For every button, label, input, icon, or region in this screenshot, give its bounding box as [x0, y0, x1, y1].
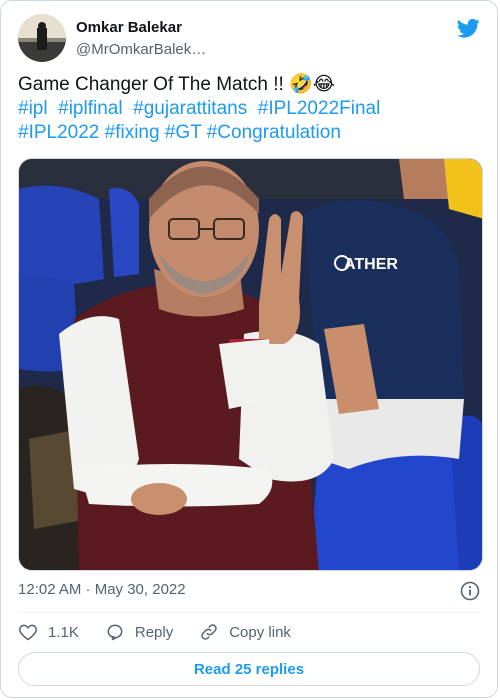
- twitter-bird-icon[interactable]: [456, 16, 480, 40]
- reply-button[interactable]: Reply: [105, 622, 173, 642]
- jersey-sponsor-text: ATHER: [344, 256, 398, 273]
- hashtag-link[interactable]: #gujarattitans: [133, 98, 247, 119]
- hashtag-link[interactable]: #ipl: [18, 98, 48, 119]
- link-icon: [201, 624, 217, 640]
- tweet-text: Game Changer Of The Match !! 🤣😂 #ipl #ip…: [18, 72, 484, 145]
- hashtag-link[interactable]: #IPL2022Final: [258, 98, 381, 119]
- tweet-header: Omkar Balekar @MrOmkarBalek…: [18, 14, 480, 64]
- timestamp[interactable]: 12:02 AM · May 30, 2022: [18, 581, 186, 598]
- user-names: Omkar Balekar @MrOmkarBalek…: [76, 18, 206, 60]
- heart-icon: [19, 624, 37, 641]
- hashtags-line-1: #ipl #iplfinal #gujarattitans #IPL2022Fi…: [18, 97, 484, 121]
- tweet-body: Game Changer Of The Match !!: [18, 74, 290, 95]
- user-handle[interactable]: @MrOmkarBalek…: [76, 40, 206, 60]
- tweet-photo[interactable]: ATHER: [18, 158, 483, 571]
- info-icon[interactable]: [460, 581, 480, 601]
- divider: [18, 612, 480, 613]
- avatar[interactable]: [18, 14, 66, 62]
- reply-icon: [107, 624, 123, 641]
- hashtags-line-2: #IPL2022 #fixing #GT #Congratulation: [18, 121, 484, 145]
- hashtag-link[interactable]: #IPL2022: [18, 122, 99, 143]
- tweet-actions: 1.1K Reply Copy link: [18, 621, 291, 643]
- tweet-emojis: 🤣😂: [289, 73, 335, 95]
- hashtag-link[interactable]: #fixing: [105, 122, 160, 143]
- display-name[interactable]: Omkar Balekar: [76, 18, 206, 38]
- copy-link-button[interactable]: Copy link: [199, 622, 291, 642]
- tweet-card: Omkar Balekar @MrOmkarBalek… Game Change…: [0, 0, 498, 698]
- stadium-photo: ATHER: [19, 159, 482, 570]
- timestamp-row: 12:02 AM · May 30, 2022: [18, 581, 480, 603]
- like-count: 1.1K: [48, 623, 79, 641]
- hashtag-link[interactable]: #iplfinal: [58, 98, 122, 119]
- hashtag-link[interactable]: #Congratulation: [207, 122, 341, 143]
- reply-label: Reply: [134, 623, 174, 641]
- hashtag-link[interactable]: #GT: [165, 122, 202, 143]
- like-button[interactable]: 1.1K: [18, 622, 79, 642]
- copy-link-label: Copy link: [229, 623, 291, 641]
- read-replies-button[interactable]: Read 25 replies: [18, 652, 480, 686]
